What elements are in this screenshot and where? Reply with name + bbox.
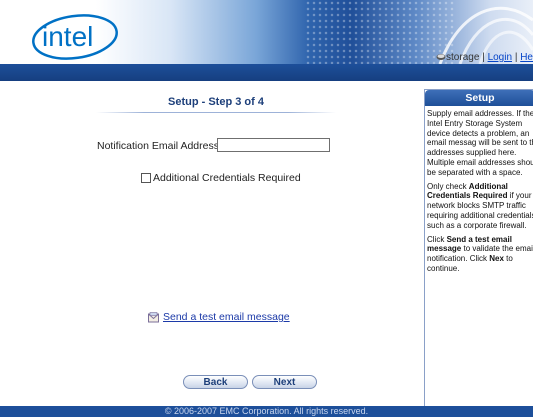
help-body: Supply email addresses. If the Intel Ent… [425, 106, 533, 274]
top-nav: storage | Login | He [436, 52, 533, 64]
back-button[interactable]: Back [183, 375, 248, 389]
nav-separator: | [482, 52, 485, 63]
help-paragraph-test: Click Send a test email message to valid… [427, 235, 533, 274]
help-panel: Setup Supply email addresses. If the Int… [424, 89, 533, 407]
header-banner: intel storage | Login | He [0, 0, 533, 64]
next-button[interactable]: Next [252, 375, 317, 389]
storage-icon [436, 54, 446, 60]
credentials-checkbox[interactable] [141, 173, 151, 183]
nav-separator: | [514, 52, 518, 63]
email-label: Notification Email Address: [97, 140, 222, 152]
help-text: Only check [427, 181, 469, 191]
title-divider [96, 112, 336, 113]
intel-logo: intel [32, 14, 118, 60]
help-emphasis: Nex [489, 254, 504, 264]
help-paragraph-credentials: Only check Additional Credentials Requir… [427, 182, 533, 231]
send-test-email-link[interactable]: Send a test email message [163, 311, 290, 323]
intel-logo-text: intel [42, 21, 93, 52]
login-link[interactable]: Login [488, 52, 512, 63]
storage-label: storage [446, 52, 480, 63]
footer-copyright: © 2006-2007 EMC Corporation. All rights … [0, 406, 533, 417]
email-field[interactable] [217, 138, 330, 152]
help-link[interactable]: He [520, 52, 533, 63]
help-text: Click [427, 234, 447, 244]
help-paragraph-email: Supply email addresses. If the Intel Ent… [427, 109, 533, 177]
mail-icon[interactable] [148, 312, 159, 323]
help-title: Setup [425, 90, 533, 106]
header-bar [0, 64, 533, 81]
page-title: Setup - Step 3 of 4 [168, 96, 264, 108]
credentials-label: Additional Credentials Required [153, 172, 301, 184]
